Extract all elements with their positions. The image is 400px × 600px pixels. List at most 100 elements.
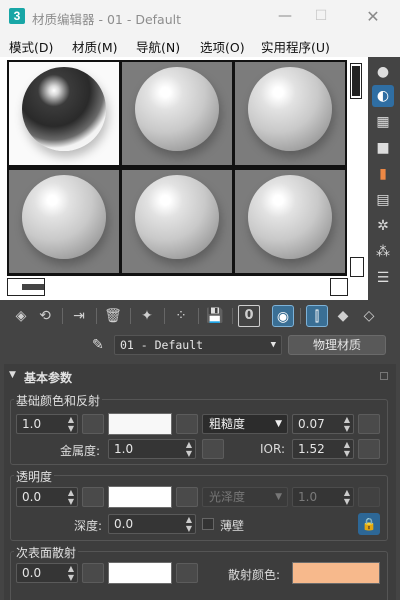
horizontal-scrollbar-end[interactable]	[330, 278, 348, 296]
material-sphere	[135, 175, 219, 259]
material-sphere	[22, 175, 106, 259]
sample-slots-area	[0, 57, 400, 300]
metalness-map-button[interactable]	[202, 439, 224, 459]
menu-mode[interactable]: 模式(D)	[9, 37, 53, 56]
sss-color-map-button[interactable]	[176, 563, 198, 583]
sample-slot-grid	[7, 60, 347, 276]
scatter-color-label: 散射颜色:	[228, 568, 281, 582]
go-forward-sibling-icon[interactable]: ◇	[358, 305, 380, 327]
options-icon[interactable]: ✲	[372, 215, 394, 237]
save-to-library-icon[interactable]: 💾	[204, 305, 226, 327]
delete-icon[interactable]: 🗑	[102, 305, 124, 327]
side-toolbar: ● ◐ ▦ ■ ▮ ▤ ✲ ⁂ ☰	[368, 57, 400, 300]
metalness-label: 金属度:	[60, 444, 101, 458]
transparency-weight-map-button[interactable]	[82, 487, 104, 507]
rollout-title: 基本参数	[24, 371, 73, 385]
assign-to-selection-icon[interactable]: ⇥	[68, 305, 90, 327]
material-sphere	[248, 67, 332, 151]
chevron-down-icon: ▼	[275, 492, 282, 502]
get-material-icon[interactable]: ◈	[10, 305, 32, 327]
show-shaded-material-icon[interactable]: ◉	[272, 305, 294, 327]
sample-uv-tiling-icon[interactable]: ■	[372, 137, 394, 159]
ior-value: 1.52	[298, 442, 325, 456]
sample-slot[interactable]	[9, 62, 119, 165]
eyedropper-icon[interactable]: ✎	[92, 337, 108, 353]
glossiness-map-button[interactable]	[358, 487, 380, 507]
sample-slot[interactable]	[235, 62, 345, 165]
vertical-scrollbar-end[interactable]	[350, 257, 364, 277]
material-navigator-icon[interactable]: ☰	[372, 267, 394, 289]
glossiness-mode-value: 光泽度	[209, 490, 246, 504]
sample-slot[interactable]	[122, 62, 232, 165]
sample-slot[interactable]	[235, 170, 345, 273]
close-button[interactable]: ✕	[350, 0, 396, 33]
roughness-map-button[interactable]	[358, 414, 380, 434]
base-weight-spinner[interactable]: 1.0 ▲ ▼	[16, 414, 78, 434]
menu-utilities[interactable]: 实用程序(U)	[261, 37, 330, 56]
base-color-swatch[interactable]	[108, 413, 172, 435]
sss-weight-spinner[interactable]: 0.0 ▲ ▼	[16, 563, 78, 583]
depth-label: 深度:	[74, 519, 103, 533]
go-to-parent-icon[interactable]: ◆	[332, 305, 354, 327]
base-weight-value: 1.0	[22, 417, 42, 431]
make-preview-icon[interactable]: ▤	[372, 189, 394, 211]
transparency-color-map-button[interactable]	[176, 487, 198, 507]
3dsmax-app-icon: 3	[9, 8, 25, 24]
material-type-button[interactable]: 物理材质	[288, 335, 386, 355]
chevron-down-icon: ▼	[275, 419, 282, 429]
put-to-scene-icon[interactable]: ⟲	[34, 305, 56, 327]
material-sphere	[135, 67, 219, 151]
thin-walled-checkbox[interactable]	[202, 518, 214, 530]
roughness-mode-value: 粗糙度	[209, 417, 246, 431]
sample-slot[interactable]	[9, 170, 119, 273]
roughness-value: 0.07	[298, 417, 325, 431]
roughness-spinner[interactable]: 0.07 ▲ ▼	[292, 414, 354, 434]
transparency-weight-value: 0.0	[22, 490, 42, 504]
scatter-color-swatch[interactable]	[292, 562, 380, 584]
lock-icon[interactable]: 🔒	[358, 513, 380, 535]
maximize-button[interactable]: ☐	[298, 0, 344, 33]
select-by-material-icon[interactable]: ⁂	[372, 241, 394, 263]
sss-color-swatch[interactable]	[108, 562, 172, 584]
menu-options[interactable]: 选项(O)	[200, 37, 245, 56]
vertical-scrollbar[interactable]	[350, 63, 362, 99]
parameters-panel: ▼ 基本参数 基础颜色和反射 1.0 ▲ ▼ 粗糙度 ▼ 0.07 ▲ ▼ 金属度: 1.…	[4, 364, 396, 600]
base-weight-map-button[interactable]	[82, 414, 104, 434]
transparency-group	[10, 475, 388, 541]
glossiness-mode-dropdown[interactable]: 光泽度 ▼	[202, 487, 288, 507]
ior-label: IOR:	[260, 442, 285, 456]
rollout-grip-icon	[380, 372, 388, 380]
put-to-library-icon[interactable]: ⁘	[170, 305, 192, 327]
ior-spinner[interactable]: 1.52 ▲ ▼	[292, 439, 354, 459]
transparency-weight-spinner[interactable]: 0.0 ▲ ▼	[16, 487, 78, 507]
sample-type-sphere-icon[interactable]: ●	[372, 61, 394, 83]
collapse-triangle-icon: ▼	[9, 370, 16, 380]
menu-navigation[interactable]: 导航(N)	[136, 37, 180, 56]
show-end-result-icon[interactable]: ⫿	[306, 305, 328, 327]
base-color-map-button[interactable]	[176, 414, 198, 434]
metalness-spinner[interactable]: 1.0 ▲ ▼	[108, 439, 196, 459]
transparency-glossiness-spinner[interactable]: 1.0 ▲ ▼	[292, 487, 354, 507]
depth-value: 0.0	[114, 517, 134, 531]
material-id-channel[interactable]: 0	[238, 305, 260, 327]
material-toolbar: ◈ ⟲ ⇥ 🗑 ✦ ⁘ 💾 0 ◉ ⫿ ◆ ◇	[0, 300, 400, 330]
ior-map-button[interactable]	[358, 439, 380, 459]
video-color-check-icon[interactable]: ▮	[372, 163, 394, 185]
backlight-icon[interactable]: ◐	[372, 85, 394, 107]
sss-group-label: 次表面散射	[14, 544, 79, 561]
sss-weight-map-button[interactable]	[82, 563, 104, 583]
make-unique-icon[interactable]: ✦	[136, 305, 158, 327]
depth-spinner[interactable]: 0.0 ▲ ▼	[108, 514, 196, 534]
menu-material[interactable]: 材质(M)	[72, 37, 118, 56]
material-name-row: ✎ 01 - Default ▼ 物理材质	[0, 330, 400, 360]
transparency-color-swatch[interactable]	[108, 486, 172, 508]
horizontal-scrollbar[interactable]	[7, 278, 45, 296]
sample-slot[interactable]	[122, 170, 232, 273]
background-checker-icon[interactable]: ▦	[372, 111, 394, 133]
base-group-label: 基础颜色和反射	[14, 392, 103, 409]
material-sphere	[22, 67, 106, 151]
basic-parameters-rollout[interactable]: ▼ 基本参数	[4, 364, 396, 388]
roughness-mode-dropdown[interactable]: 粗糙度 ▼	[202, 414, 288, 434]
material-name-field[interactable]: 01 - Default ▼	[114, 335, 282, 355]
material-sphere	[248, 175, 332, 259]
